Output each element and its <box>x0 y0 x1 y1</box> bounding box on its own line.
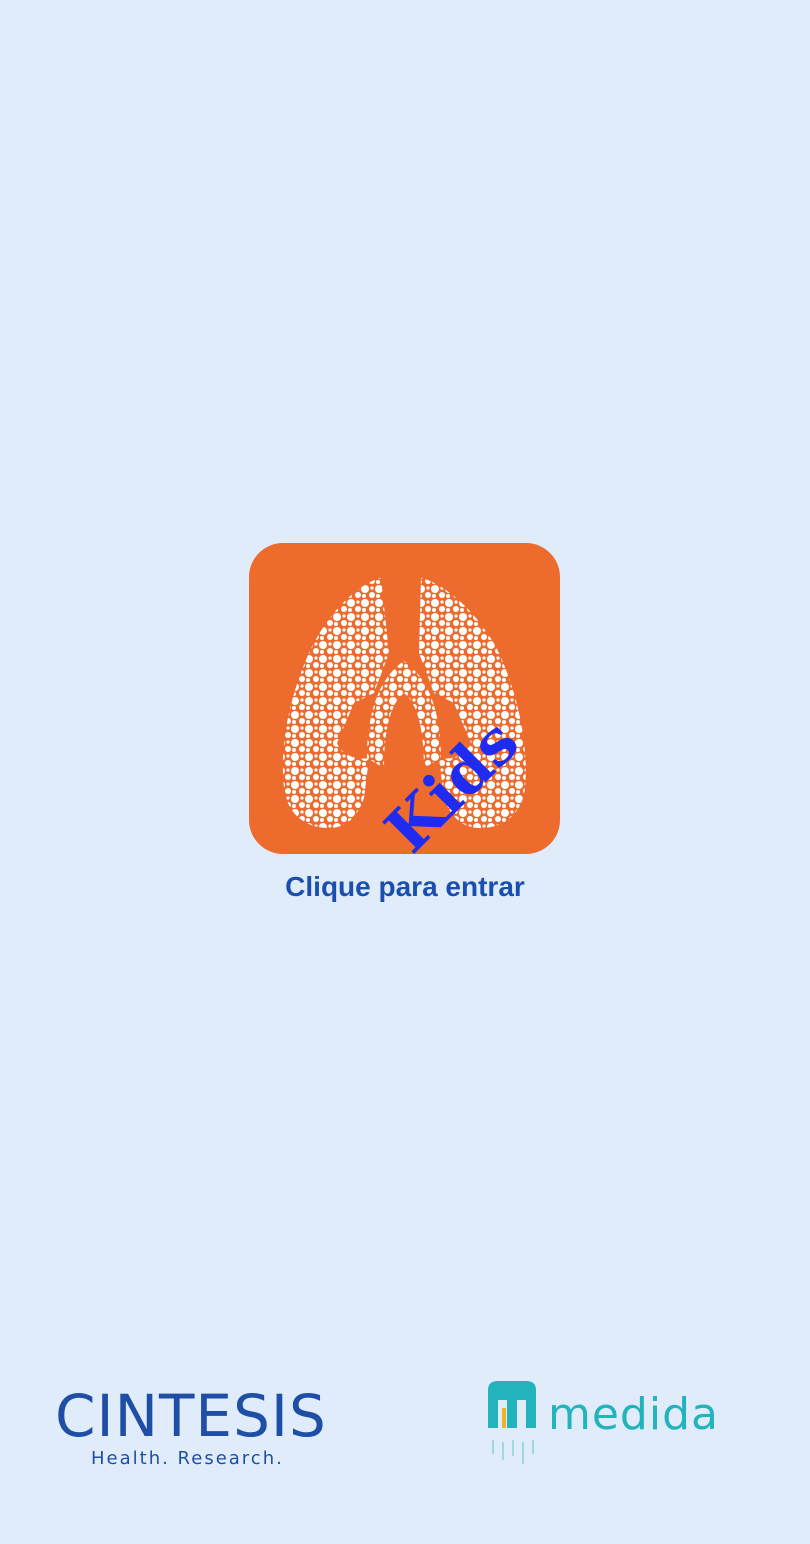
lungs-kids-app-icon: Kids <box>249 543 560 854</box>
cintesis-logo-name: CINTESIS <box>55 1382 327 1450</box>
cintesis-logo: CINTESIS Health. Research. <box>55 1382 327 1474</box>
medida-logo-mark-icon <box>488 1381 536 1464</box>
cintesis-logo-tagline: Health. Research. <box>91 1448 284 1469</box>
medida-logo: medida <box>486 1378 758 1478</box>
app-icon-button[interactable]: Kids <box>249 543 560 854</box>
enter-link[interactable]: Clique para entrar <box>0 868 810 906</box>
medida-logo-name: medida <box>548 1389 719 1440</box>
